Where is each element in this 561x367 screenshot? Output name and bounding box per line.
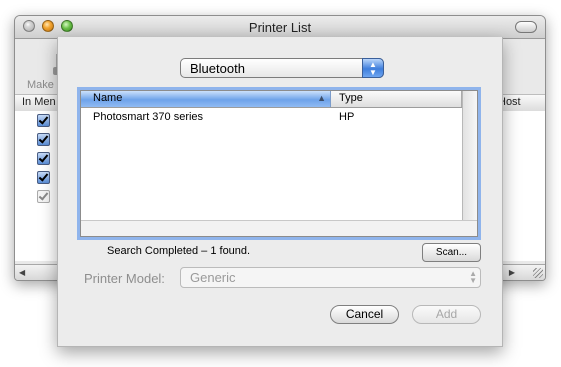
column-header-type[interactable]: Type (339, 92, 363, 104)
connection-type-popup[interactable]: Bluetooth ▲ ▼ (180, 58, 384, 78)
printer-model-label: Printer Model: (84, 271, 165, 286)
printer-browser-table: Name ▲ Type Photosmart 370 series HP (80, 90, 478, 237)
resize-grip-icon[interactable] (533, 268, 543, 278)
scroll-right-icon[interactable]: ▶ (509, 268, 515, 277)
search-status-text: Search Completed – 1 found. (107, 245, 251, 257)
printer-name-cell: Photosmart 370 series (93, 111, 204, 123)
popup-arrows-icon: ▲ ▼ (362, 58, 384, 78)
window-titlebar: Printer List (15, 16, 545, 39)
toolbar-toggle-button[interactable] (515, 21, 537, 33)
column-in-menu[interactable]: In Men (22, 96, 56, 108)
connection-type-value: Bluetooth (190, 61, 245, 76)
scroll-left-icon[interactable]: ◀ (19, 268, 25, 277)
popup-arrows-icon: ▲ ▼ (469, 269, 477, 285)
sort-ascending-icon: ▲ (317, 93, 326, 103)
table-footer (81, 220, 477, 236)
window-title: Printer List (248, 20, 312, 35)
printer-type-cell: HP (339, 111, 355, 123)
printer-model-value: Generic (190, 270, 236, 285)
column-header-name[interactable]: Name ▲ (81, 91, 331, 107)
table-header: Name ▲ Type (81, 91, 463, 108)
add-printer-sheet: Bluetooth ▲ ▼ Name ▲ Type Photosmart 370 … (57, 37, 503, 347)
column-header-name-label: Name (93, 92, 123, 104)
cancel-button[interactable]: Cancel (330, 305, 399, 324)
table-row[interactable]: Photosmart 370 series HP (81, 109, 463, 127)
in-menu-checkbox[interactable] (37, 190, 50, 203)
in-menu-checkbox[interactable] (37, 133, 50, 146)
vertical-scrollbar[interactable] (462, 91, 477, 221)
add-button[interactable]: Add (412, 305, 481, 324)
printer-model-popup[interactable]: Generic ▲ ▼ (180, 267, 481, 288)
make-default-label[interactable]: Make (27, 79, 54, 91)
scan-button[interactable]: Scan... (422, 243, 481, 262)
in-menu-checkbox[interactable] (37, 114, 50, 127)
in-menu-checkbox[interactable] (37, 152, 50, 165)
in-menu-checkbox[interactable] (37, 171, 50, 184)
